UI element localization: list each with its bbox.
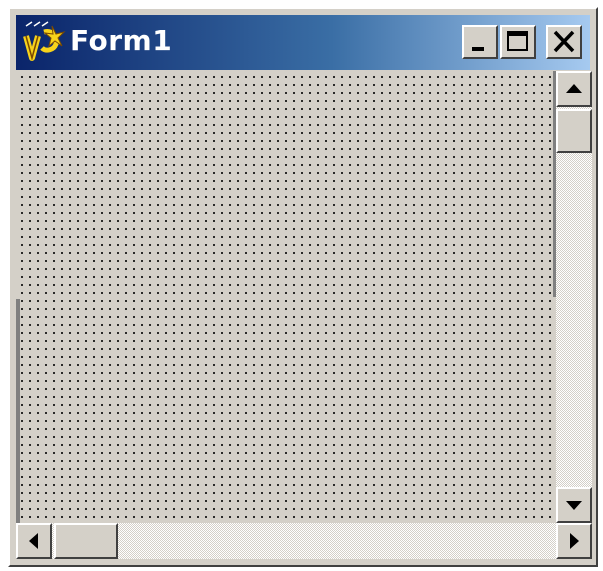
scroll-right-button[interactable] (556, 523, 592, 559)
vertical-scroll-thumb[interactable] (556, 109, 592, 153)
minimize-button[interactable] (462, 25, 498, 59)
horizontal-scroll-thumb[interactable] (54, 523, 118, 559)
window-title: Form1 (70, 24, 173, 57)
scroll-down-button[interactable] (556, 487, 592, 523)
visual-basic-form-icon[interactable] (22, 20, 66, 64)
client-edge-lower (16, 299, 20, 523)
scroll-up-button[interactable] (556, 71, 592, 107)
close-icon (553, 30, 575, 53)
minimize-icon (472, 47, 484, 51)
arrow-down-icon (566, 501, 582, 510)
scroll-left-button[interactable] (16, 523, 52, 559)
arrow-right-icon (570, 533, 579, 549)
vertical-scrollbar[interactable] (556, 71, 592, 523)
title-bar[interactable]: Form1 (16, 15, 590, 70)
arrow-up-icon (566, 84, 582, 93)
maximize-icon (507, 31, 528, 51)
form-window: Form1 (8, 7, 598, 567)
maximize-button[interactable] (500, 25, 536, 59)
form-client-area[interactable] (16, 71, 556, 523)
horizontal-scrollbar[interactable] (16, 523, 592, 559)
arrow-left-icon (29, 533, 38, 549)
close-button[interactable] (546, 25, 582, 59)
